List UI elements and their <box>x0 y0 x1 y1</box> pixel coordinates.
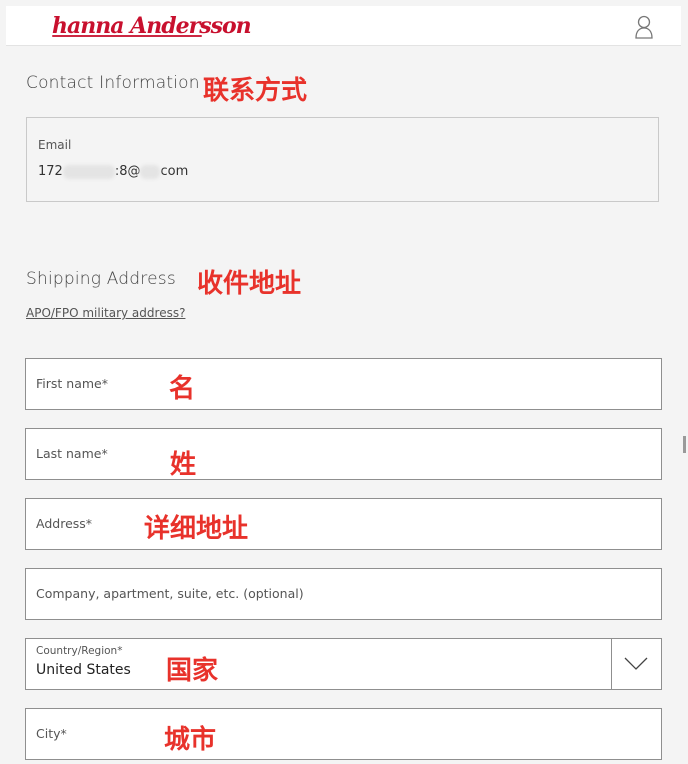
shipping-annotation: 收件地址 <box>197 269 302 299</box>
account-icon[interactable] <box>633 14 655 40</box>
military-address-link[interactable]: APO/FPO military address? <box>26 306 185 320</box>
shipping-section-title: Shipping Address <box>26 269 176 289</box>
city-annotation: 城市 <box>164 725 217 755</box>
email-label: Email <box>38 138 72 152</box>
first-name-label: First name* <box>36 376 108 391</box>
last-name-field[interactable]: Last name* <box>25 428 662 480</box>
logo-swash <box>52 35 202 37</box>
site-header: hanna Andersson <box>6 6 681 46</box>
contact-annotation: 联系方式 <box>203 76 308 106</box>
email-suffix: com <box>160 164 189 179</box>
city-label: City* <box>36 726 67 741</box>
email-display-box: Email 172 :8@ com <box>26 117 659 202</box>
scrollbar-thumb[interactable] <box>683 436 686 453</box>
last-name-label: Last name* <box>36 446 108 461</box>
email-mid: :8@ <box>114 164 141 179</box>
address-field[interactable]: Address* <box>25 498 662 550</box>
city-field[interactable]: City* <box>25 708 662 760</box>
email-prefix: 172 <box>38 164 63 179</box>
last-name-annotation: 姓 <box>170 450 197 480</box>
email-value: 172 :8@ com <box>38 164 188 179</box>
select-divider <box>611 639 612 689</box>
country-annotation: 国家 <box>166 656 219 686</box>
redaction-blur <box>62 164 115 179</box>
redaction-blur <box>140 164 161 179</box>
company-field[interactable]: Company, apartment, suite, etc. (optiona… <box>25 568 662 620</box>
country-value: United States <box>36 662 131 678</box>
company-label: Company, apartment, suite, etc. (optiona… <box>36 586 304 601</box>
address-annotation: 详细地址 <box>144 514 249 544</box>
chevron-down-icon[interactable] <box>624 657 648 671</box>
country-label: Country/Region* <box>36 645 123 657</box>
first-name-annotation: 名 <box>169 374 196 404</box>
first-name-field[interactable]: First name* <box>25 358 662 410</box>
address-label: Address* <box>36 516 93 531</box>
contact-section-title: Contact Information <box>26 73 200 93</box>
country-select[interactable]: Country/Region* United States <box>25 638 662 690</box>
